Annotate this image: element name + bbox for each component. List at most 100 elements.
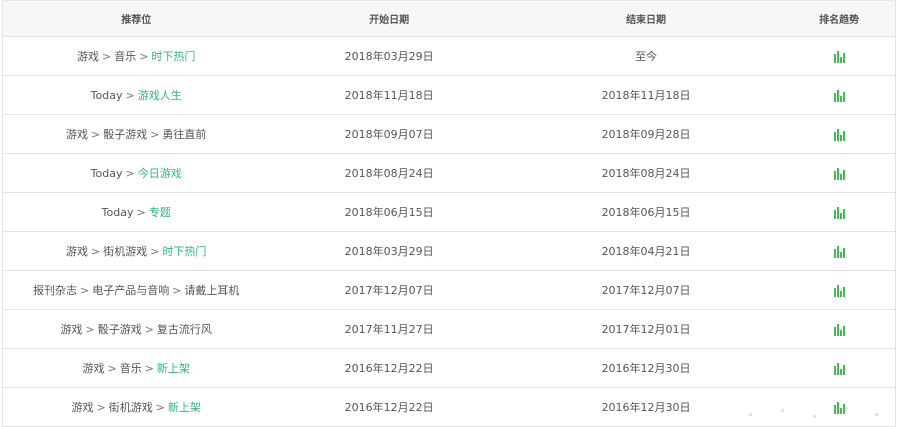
breadcrumb-separator: > <box>90 245 101 258</box>
position-breadcrumb: 游戏 > 街机游戏 > 新上架 <box>3 399 269 415</box>
breadcrumb-separator: > <box>85 323 95 336</box>
breadcrumb-segment: 音乐 <box>119 362 142 375</box>
rank-trend-cell <box>783 89 895 102</box>
breadcrumb-separator: > <box>90 128 101 141</box>
position-breadcrumb: 游戏 > 音乐 > 新上架 <box>3 360 269 376</box>
bar-chart-icon[interactable] <box>833 167 845 180</box>
start-date: 2018年11月18日 <box>344 89 434 102</box>
position-breadcrumb: Today > 专题 <box>3 204 269 220</box>
breadcrumb-separator: > <box>139 50 149 63</box>
breadcrumb-separator: > <box>150 128 160 141</box>
rank-trend-cell <box>783 245 895 258</box>
breadcrumb-segment: 游戏 <box>82 362 105 375</box>
header-end-date: 结束日期 <box>626 15 667 26</box>
end-date: 2018年04月21日 <box>601 245 691 258</box>
bar-chart-icon[interactable] <box>833 323 845 336</box>
position-breadcrumb: Today > 游戏人生 <box>3 87 269 103</box>
start-date: 2018年08月24日 <box>344 167 434 180</box>
position-link[interactable]: 时下热门 <box>162 245 206 258</box>
table-body: 游戏 > 音乐 > 时下热门 2018年03月29日 至今 Today > 游戏人生 2018年11… <box>3 36 895 426</box>
breadcrumb-separator: > <box>96 401 106 414</box>
start-date: 2017年12月07日 <box>344 284 434 297</box>
watermark <box>741 403 891 421</box>
header-rank-trend: 排名趋势 <box>819 15 860 26</box>
recommendation-table: 推荐位 开始日期 结束日期 排名趋势 游戏 > 音乐 > 时下热门 2018年03月29日… <box>2 0 896 427</box>
breadcrumb-segment: 报刊杂志 <box>32 284 77 297</box>
rank-trend-cell <box>783 128 895 141</box>
table-row: 游戏 > 骰子游戏 > 复古流行风 2017年11月27日 2017年12月01日 <box>3 309 895 348</box>
breadcrumb-segment: 骰子游戏 <box>103 128 148 141</box>
breadcrumb-separator: > <box>107 362 117 375</box>
start-date: 2017年11月27日 <box>344 323 434 336</box>
position-link[interactable]: 时下热门 <box>151 50 195 63</box>
position-breadcrumb: 报刊杂志 > 电子产品与音响 > 请戴上耳机 <box>3 282 269 298</box>
table-row: 游戏 > 街机游戏 > 时下热门 2018年03月29日 2018年04月21日 <box>3 231 895 270</box>
table-row: 游戏 > 骰子游戏 > 勇往直前 2018年09月07日 2018年09月28日 <box>3 114 895 153</box>
position-breadcrumb: 游戏 > 骰子游戏 > 复古流行风 <box>3 321 269 337</box>
breadcrumb-separator: > <box>125 89 135 102</box>
rank-trend-cell <box>783 284 895 297</box>
position-link[interactable]: 专题 <box>149 206 171 219</box>
position-breadcrumb: 游戏 > 骰子游戏 > 勇往直前 <box>3 126 269 142</box>
start-date: 2016年12月22日 <box>344 362 434 375</box>
breadcrumb-separator: > <box>79 284 90 297</box>
table-row: 游戏 > 音乐 > 时下热门 2018年03月29日 至今 <box>3 36 895 75</box>
breadcrumb-segment: 游戏 <box>60 323 83 336</box>
start-date: 2018年06月15日 <box>344 206 434 219</box>
breadcrumb-segment: Today <box>101 206 134 219</box>
bar-chart-icon[interactable] <box>833 206 845 219</box>
breadcrumb-segment: 游戏 <box>76 50 99 63</box>
breadcrumb-segment: 音乐 <box>114 50 137 63</box>
bar-chart-icon[interactable] <box>833 284 845 297</box>
breadcrumb-segment: 游戏 <box>65 245 88 258</box>
end-date: 至今 <box>635 50 658 63</box>
breadcrumb-separator: > <box>136 206 146 219</box>
table-row: Today > 游戏人生 2018年11月18日 2018年11月18日 <box>3 75 895 114</box>
bar-chart-icon[interactable] <box>833 245 845 258</box>
bar-chart-icon[interactable] <box>833 50 845 63</box>
table-row: 游戏 > 音乐 > 新上架 2016年12月22日 2016年12月30日 <box>3 348 895 387</box>
start-date: 2018年09月07日 <box>344 128 434 141</box>
position-breadcrumb: Today > 今日游戏 <box>3 165 269 181</box>
rank-trend-cell <box>783 167 895 180</box>
end-date: 2018年06月15日 <box>601 206 691 219</box>
position-link[interactable]: 今日游戏 <box>138 167 182 180</box>
start-date: 2018年03月29日 <box>344 245 434 258</box>
position-link[interactable]: 新上架 <box>168 401 201 414</box>
breadcrumb-segment: 游戏 <box>65 128 88 141</box>
end-date: 2018年08月24日 <box>601 167 691 180</box>
breadcrumb-separator: > <box>144 362 154 375</box>
breadcrumb-segment: Today <box>90 89 123 102</box>
breadcrumb-segment: 街机游戏 <box>103 245 148 258</box>
table-header: 推荐位 开始日期 结束日期 排名趋势 <box>3 0 895 36</box>
bar-chart-icon[interactable] <box>833 128 845 141</box>
end-date: 2017年12月07日 <box>601 284 691 297</box>
position-leaf: 勇往直前 <box>162 128 207 141</box>
breadcrumb-separator: > <box>125 167 135 180</box>
breadcrumb-segment: 游戏 <box>71 401 94 414</box>
breadcrumb-separator: > <box>144 323 154 336</box>
breadcrumb-separator: > <box>101 50 112 63</box>
rank-trend-cell <box>783 323 895 336</box>
rank-trend-cell <box>783 206 895 219</box>
breadcrumb-segment: Today <box>90 167 123 180</box>
position-leaf: 请戴上耳机 <box>184 284 240 297</box>
position-leaf: 复古流行风 <box>156 323 212 336</box>
table-row: 报刊杂志 > 电子产品与音响 > 请戴上耳机 2017年12月07日 2017年12月07日 <box>3 270 895 309</box>
start-date: 2018年03月29日 <box>344 50 434 63</box>
bar-chart-icon[interactable] <box>833 89 845 102</box>
breadcrumb-separator: > <box>155 401 165 414</box>
end-date: 2017年12月01日 <box>601 323 691 336</box>
end-date: 2018年11月18日 <box>601 89 691 102</box>
position-link[interactable]: 游戏人生 <box>138 89 182 102</box>
rank-trend-cell <box>783 50 895 63</box>
position-link[interactable]: 新上架 <box>157 362 190 375</box>
position-breadcrumb: 游戏 > 街机游戏 > 时下热门 <box>3 243 269 259</box>
end-date: 2018年09月28日 <box>601 128 691 141</box>
table-row: Today > 专题 2018年06月15日 2018年06月15日 <box>3 192 895 231</box>
breadcrumb-segment: 骰子游戏 <box>97 323 142 336</box>
bar-chart-icon[interactable] <box>833 362 845 375</box>
header-start-date: 开始日期 <box>369 15 410 26</box>
breadcrumb-separator: > <box>150 245 160 258</box>
breadcrumb-segment: 电子产品与音响 <box>92 284 170 297</box>
